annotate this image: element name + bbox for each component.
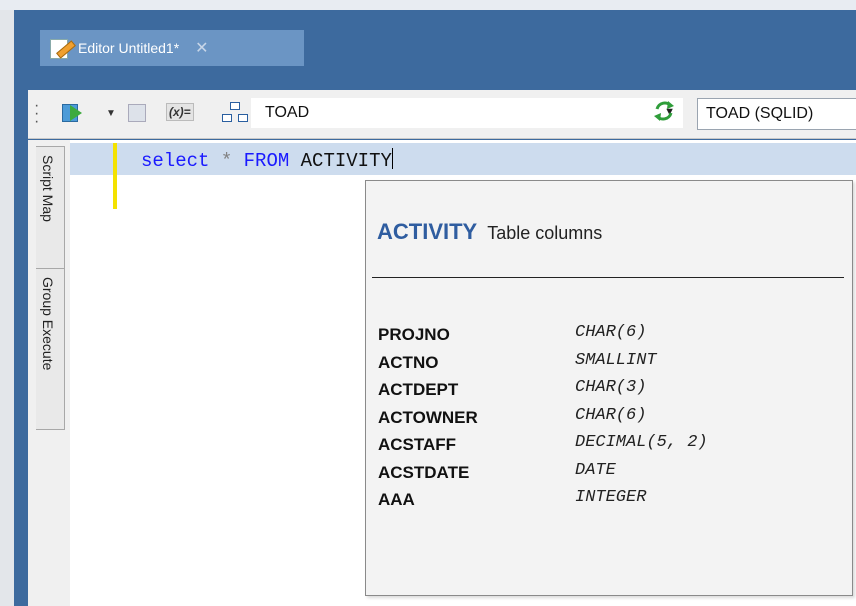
table-columns-popup: ACTIVITY Table columns PROJNO CHAR(6) ACT… — [365, 180, 853, 596]
tab-script-map-label: Script Map — [40, 155, 56, 222]
schema-select-value: TOAD — [265, 104, 310, 121]
tab-editor-untitled1[interactable]: Editor Untitled1* ✕ — [40, 30, 304, 66]
change-marker — [113, 143, 117, 209]
close-icon[interactable]: ✕ — [195, 38, 208, 58]
column-name: AAA — [378, 490, 415, 509]
column-name: ACSTDATE — [378, 462, 470, 482]
popup-subtitle: Table columns — [487, 223, 603, 243]
table-token: ACTIVITY — [300, 150, 392, 172]
tab-group-execute[interactable]: Group Execute — [36, 268, 65, 430]
side-tab-strip: Script Map Group Execute — [28, 140, 71, 606]
editor-pencil-icon — [48, 38, 76, 59]
column-name: ACTDEPT — [378, 380, 459, 399]
editor-toolbar: · · · ▼ (x)= TOAD ▼ TOAD (SQLID) — [28, 90, 856, 139]
refresh-icon[interactable] — [652, 98, 676, 124]
popup-header: ACTIVITY Table columns — [377, 219, 602, 245]
column-type: DATE — [575, 460, 616, 480]
keyword-from: FROM — [243, 150, 290, 172]
column-type: CHAR(6) — [575, 323, 647, 342]
keyword-select: select — [141, 150, 210, 172]
execute-icon[interactable] — [62, 102, 88, 124]
execute-dropdown-arrow[interactable]: ▼ — [106, 108, 116, 119]
bind-variables-icon[interactable]: (x)= — [166, 103, 194, 121]
schema-browser-icon[interactable] — [222, 102, 248, 124]
column-name: ACTOWNER — [378, 407, 478, 427]
column-type: SMALLINT — [575, 350, 657, 370]
toolbar-grip[interactable]: · · · — [34, 98, 39, 130]
editor-tab-bar: Editor Untitled1* ✕ — [28, 10, 856, 80]
explain-plan-icon[interactable] — [126, 102, 148, 124]
star-token: * — [220, 150, 233, 172]
schema-select[interactable]: TOAD ▼ — [251, 98, 683, 128]
left-dock — [0, 10, 28, 606]
left-dock-divider — [14, 10, 28, 606]
tab-script-map[interactable]: Script Map — [36, 146, 65, 272]
column-type: INTEGER — [575, 488, 647, 507]
column-type: CHAR(6) — [575, 405, 647, 425]
column-type: DECIMAL(5, 2) — [575, 433, 708, 452]
column-type: CHAR(3) — [575, 378, 647, 397]
column-name: PROJNO — [378, 325, 450, 344]
connection-select-value: TOAD (SQLID) — [706, 105, 814, 122]
popup-table-name: ACTIVITY — [377, 219, 478, 244]
column-name: ACTNO — [378, 352, 439, 372]
text-caret — [391, 148, 393, 169]
code-line-1[interactable]: select * FROM ACTIVITY — [141, 148, 393, 172]
tab-title: Editor Untitled1* — [78, 40, 180, 56]
popup-divider — [372, 277, 844, 278]
tab-group-execute-label: Group Execute — [40, 277, 56, 371]
connection-select[interactable]: TOAD (SQLID) — [697, 98, 856, 130]
column-name: ACSTAFF — [378, 435, 457, 454]
